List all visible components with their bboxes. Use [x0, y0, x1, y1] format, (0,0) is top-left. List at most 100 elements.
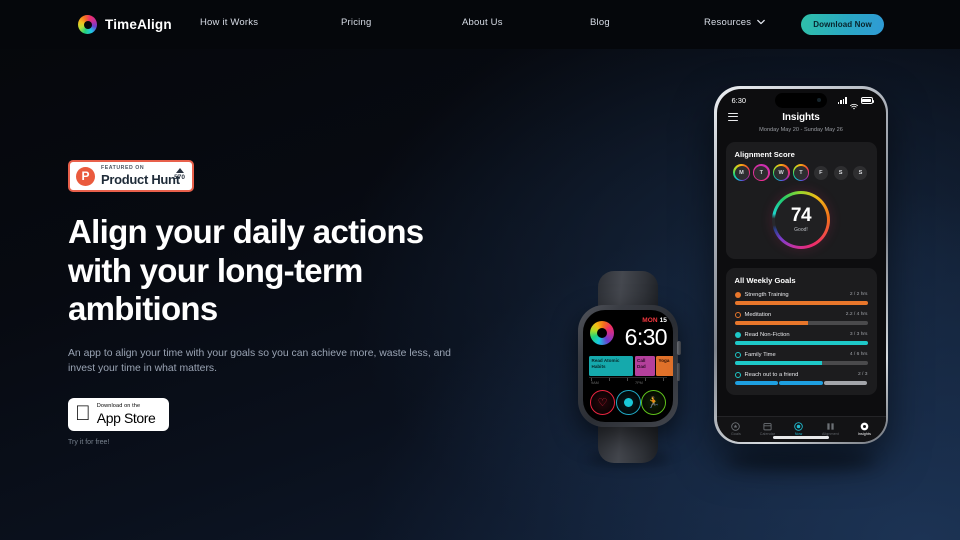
weekday-item[interactable]: S [833, 165, 848, 180]
cellular-icon [837, 97, 847, 104]
apple-watch-mockup: MON 15 6:30 Read Atomic Habits Call Dad … [572, 271, 684, 463]
tab-now[interactable]: Now [794, 421, 803, 436]
phone-screen-title: Insights [782, 111, 820, 123]
watch-event-block[interactable]: Call Dad [634, 356, 655, 376]
goal-name: Family Time [744, 351, 776, 358]
goal-progress-bar [734, 360, 868, 365]
weekday-item[interactable]: F [813, 165, 828, 180]
weekday-label: F [813, 165, 828, 180]
goal-status-icon [734, 291, 741, 298]
hamburger-menu-icon[interactable] [727, 112, 738, 124]
watch-timeline-axis: 9AM 7PM [589, 377, 667, 386]
watch-complications: ♡ 🏃 [589, 390, 667, 415]
heart-icon[interactable]: ♡ [590, 390, 615, 415]
target-icon [794, 421, 803, 431]
phone-shadow [726, 452, 876, 470]
goal-row: Family Time 4 / 6 hrs [734, 351, 868, 358]
home-indicator [773, 436, 829, 439]
goal-name: Read Non-Fiction [744, 331, 790, 338]
weekday-label: S [853, 165, 868, 180]
product-hunt-logo-icon: P [76, 166, 95, 186]
goal-name: Meditation [744, 311, 772, 318]
watch-date: MON 15 [625, 317, 667, 324]
goal-progress-bar [734, 380, 868, 385]
watch-header: MON 15 6:30 [589, 317, 668, 350]
goal-item[interactable]: Reach out to a friend 2 / 3 [734, 371, 868, 385]
weekday-item[interactable]: S [853, 165, 868, 180]
score-number: 74 [790, 205, 812, 226]
runner-icon[interactable]: 🏃 [641, 390, 666, 415]
goal-value: 4 / 6 hrs [849, 352, 868, 357]
bars-icon [822, 422, 839, 431]
score-gauge: 74 Good! [772, 190, 830, 249]
app-store-label: Download on the App Store [81, 402, 156, 426]
calendar-icon [760, 422, 775, 431]
nav-link-blog[interactable]: Blog [590, 17, 610, 28]
goal-progress-bar [734, 340, 868, 345]
weekday-label: S [833, 165, 848, 180]
tab-goals[interactable]: Goals [730, 421, 741, 437]
free-trial-note: Try it for free! [68, 439, 110, 447]
phone-status-time: 6:30 [731, 96, 747, 105]
tab-insights-label: Insights [857, 432, 871, 437]
camera-icon [817, 98, 821, 102]
watch-event-block[interactable]: Read Atomic Habits [589, 356, 633, 376]
goal-value: 2.2 / 4 hrs [845, 312, 868, 317]
watch-event-block[interactable]: Yoga [656, 356, 673, 376]
phone-date-range: Monday May 20 - Sunday May 26 [759, 126, 843, 133]
weekday-label: T [754, 165, 769, 180]
watch-axis-end-label: 7PM [635, 381, 643, 385]
target-icon[interactable] [615, 390, 641, 415]
phone-status-bar: 6:30 [717, 89, 886, 110]
goal-row: Read Non-Fiction 3 / 3 hrs [734, 331, 868, 338]
weekday-item[interactable]: T [752, 164, 770, 181]
alignment-score-title: Alignment Score [734, 149, 795, 159]
goal-item[interactable]: Family Time 4 / 6 hrs [734, 351, 868, 365]
goal-status-icon [734, 371, 741, 378]
hero-section: P FEATURED ON Product Hunt 570 Align you… [68, 160, 498, 446]
apple-icon:  [75, 403, 91, 424]
upvote-arrow-icon [175, 168, 184, 173]
nav-link-pricing[interactable]: Pricing [341, 17, 371, 28]
nav-link-resources[interactable]: Resources [704, 17, 766, 28]
nav-link-how-it-works[interactable]: How it Works [200, 17, 258, 28]
download-now-button[interactable]: Download Now [801, 14, 884, 35]
phone-header: Insights Monday May 20 - Sunday May 26 [717, 109, 886, 133]
tab-alignment[interactable]: Alignment [822, 422, 839, 436]
goal-item[interactable]: Meditation 2.2 / 4 hrs [734, 311, 868, 325]
weekday-item[interactable]: W [772, 164, 790, 181]
watch-timeline-events: Read Atomic Habits Call Dad Yoga [589, 356, 673, 376]
watch-side-button[interactable] [677, 363, 680, 381]
weekday-item[interactable]: M [733, 164, 750, 181]
star-badge-icon [731, 421, 741, 431]
watch-day-number: 15 [659, 317, 667, 324]
goal-item[interactable]: Strength Training 2 / 2 hrs [734, 291, 868, 305]
nav-link-resources-label: Resources [704, 17, 752, 28]
iphone-mockup: 6:30 Insights Monday May 20 - Sunday May… [714, 86, 888, 444]
watch-event-title: Yoga [658, 358, 670, 363]
weekly-goals-card: All Weekly Goals Strength Training 2 / 2… [725, 267, 877, 395]
goal-value: 2 / 3 [857, 372, 868, 377]
page-title: Align your daily actions with your long-… [68, 213, 424, 328]
tab-goals-label: Goals [730, 432, 741, 437]
watch-axis-start-label: 9AM [591, 381, 599, 385]
watch-digital-crown[interactable] [677, 341, 681, 355]
weekday-item[interactable]: T [792, 164, 810, 181]
goal-value: 3 / 3 hrs [849, 332, 868, 337]
tab-insights[interactable]: Insights [857, 422, 871, 437]
alignment-score-card: Alignment Score M T W T F S S 74 Good! [725, 141, 877, 259]
app-store-small-label: Download on the [81, 402, 140, 409]
nav-link-about-us[interactable]: About Us [462, 17, 503, 28]
rainbow-ring-logo-icon [590, 321, 614, 345]
product-hunt-upvotes: 570 [174, 168, 185, 181]
goal-item[interactable]: Read Non-Fiction 3 / 3 hrs [734, 331, 868, 345]
tab-calendar[interactable]: Calendar [760, 422, 775, 436]
product-hunt-badge[interactable]: P FEATURED ON Product Hunt 570 [68, 160, 194, 192]
app-store-download-button[interactable]:  Download on the App Store [68, 398, 169, 432]
product-hunt-text: FEATURED ON Product Hunt [101, 165, 180, 186]
weekly-goals-title: All Weekly Goals [734, 275, 796, 285]
watch-clock: 6:30 [624, 324, 668, 350]
goal-status-icon [734, 311, 741, 318]
goal-progress-bar [734, 320, 868, 325]
product-hunt-upvote-count: 570 [174, 173, 185, 181]
